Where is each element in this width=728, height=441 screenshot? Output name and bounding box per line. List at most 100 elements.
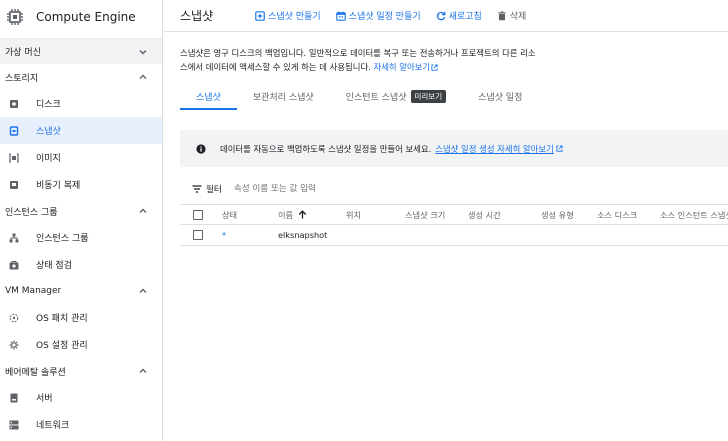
filter-label: 필터: [206, 185, 222, 195]
column-creation-type[interactable]: 생성 유형: [541, 209, 597, 221]
sidebar-item-label: 디스크: [36, 100, 61, 110]
section-vm-label: 가상 머신: [5, 48, 41, 58]
sidebar-item-health-checks[interactable]: 상태 점검: [0, 251, 162, 278]
image-icon: [9, 152, 19, 163]
sidebar-item-label: 네트워크: [36, 421, 70, 431]
section-vm-manager[interactable]: VM Manager: [0, 278, 162, 304]
sidebar-item-os-patch[interactable]: OS 패치 관리: [0, 304, 162, 331]
section-bare-metal[interactable]: 베어메탈 솔루션: [0, 358, 162, 384]
section-storage-label: 스토리지: [5, 73, 39, 84]
sidebar-item-os-config[interactable]: OS 설정 관리: [0, 331, 162, 358]
compute-engine-app: Compute Engine 가상 머신 스토리지 디스크 스냅샷 이미지 비동…: [0, 0, 728, 441]
column-snapshot-size[interactable]: 스냅샷 크기: [405, 209, 468, 221]
sidebar-item-label: 이미지: [36, 154, 61, 164]
banner-text: 데이터를 자동으로 백업하도록 스냅샷 일정을 만들어 보세요.: [220, 143, 432, 154]
trash-icon: [497, 11, 506, 20]
table-row[interactable]: * elksnapshot: [180, 225, 728, 246]
create-schedule-label: 스냅샷 일정 만들기: [348, 12, 421, 22]
sort-ascending-icon: [298, 210, 307, 219]
main-content: 스냅샷 스냅샷 만들기 스냅샷 일정 만들기 새로고침 삭제 스냅샷은 영구 디…: [164, 0, 728, 441]
calendar-icon: [335, 11, 346, 21]
os-patch-icon: [9, 313, 19, 322]
os-config-icon: [9, 340, 19, 349]
create-snapshot-label: 스냅샷 만들기: [268, 12, 321, 22]
section-instance-groups-label: 인스턴스 그룹: [5, 207, 58, 218]
compute-engine-chip-icon: [7, 9, 23, 25]
page-title: 스냅샷: [180, 9, 214, 23]
delete-label: 삭제: [509, 12, 527, 22]
section-bare-metal-label: 베어메탈 솔루션: [5, 367, 66, 378]
section-vm[interactable]: 가상 머신: [0, 38, 162, 64]
snapshot-tabs: 스냅샷 보관처리 스냅샷 인스턴트 스냅샷 미리보기 스냅샷 일정: [180, 86, 538, 110]
column-source-instant-snapshot[interactable]: 소스 인스턴트 스냅샷: [660, 209, 728, 221]
sidebar-item-images[interactable]: 이미지: [0, 144, 162, 171]
product-title: Compute Engine: [36, 10, 136, 24]
column-creation-time[interactable]: 생성 시간: [468, 209, 541, 221]
preview-badge: 미리보기: [410, 90, 447, 103]
tab-label: 인스턴트 스냅샷: [345, 93, 407, 103]
sidebar-item-servers[interactable]: 서버: [0, 384, 162, 411]
tab-label: 스냅샷 일정: [478, 93, 523, 103]
instance-group-icon: [9, 233, 19, 242]
info-icon: [196, 143, 206, 154]
snapshots-table: 상태 이름 위치 스냅샷 크기 생성 시간 생성 유형 소스 디스크 소스 인스…: [180, 204, 728, 246]
row-name[interactable]: elksnapshot: [278, 230, 346, 240]
create-snapshot-schedule-button[interactable]: 스냅샷 일정 만들기: [335, 9, 421, 22]
sidebar-item-snapshots[interactable]: 스냅샷: [0, 117, 162, 144]
chevron-up-icon: [139, 208, 147, 213]
sidebar: Compute Engine 가상 머신 스토리지 디스크 스냅샷 이미지 비동…: [0, 0, 163, 441]
tab-label: 스냅샷: [196, 93, 221, 103]
tab-snapshot-schedules[interactable]: 스냅샷 일정: [462, 86, 538, 110]
section-vm-manager-label: VM Manager: [5, 286, 62, 296]
chevron-up-icon: [139, 74, 147, 79]
tab-snapshots[interactable]: 스냅샷: [180, 86, 237, 110]
refresh-icon: [436, 11, 446, 20]
async-replication-icon: [10, 180, 18, 189]
tab-instant-snapshots[interactable]: 인스턴트 스냅샷 미리보기: [330, 86, 462, 110]
schedule-info-banner: 데이터를 자동으로 백업하도록 스냅샷 일정을 만들어 보세요. 스냅샷 일정 …: [180, 130, 728, 167]
description-text: 스냅샷은 영구 디스크의 백업입니다. 일반적으로 데이터를 복구 또는 전송하…: [180, 48, 536, 72]
select-all-checkbox[interactable]: [193, 209, 203, 220]
health-check-icon: [9, 260, 19, 269]
add-box-icon: [255, 10, 265, 21]
snapshot-icon: [9, 125, 19, 136]
chevron-up-icon: [139, 288, 147, 293]
column-name[interactable]: 이름: [278, 209, 346, 221]
tab-archived-snapshots[interactable]: 보관처리 스냅샷: [237, 86, 330, 110]
sidebar-item-instance-groups[interactable]: 인스턴스 그룹: [0, 224, 162, 251]
sidebar-item-async-replication[interactable]: 비동기 복제: [0, 171, 162, 198]
action-toolbar: 스냅샷 스냅샷 만들기 스냅샷 일정 만들기 새로고침 삭제: [164, 0, 728, 32]
chevron-up-icon: [139, 368, 147, 373]
section-instance-groups[interactable]: 인스턴스 그룹: [0, 198, 162, 224]
row-checkbox[interactable]: [193, 230, 203, 240]
table-header: 상태 이름 위치 스냅샷 크기 생성 시간 생성 유형 소스 디스크 소스 인스…: [180, 204, 728, 225]
schedule-learn-more-link[interactable]: 스냅샷 일정 생성 자세히 알아보기: [435, 143, 554, 155]
external-link-icon: [431, 64, 438, 71]
external-link-icon: [556, 145, 563, 152]
column-name-label: 이름: [278, 209, 294, 220]
column-status[interactable]: 상태: [222, 209, 278, 221]
filter-icon: [192, 185, 202, 193]
page-description: 스냅샷은 영구 디스크의 백업입니다. 일반적으로 데이터를 복구 또는 전송하…: [180, 46, 540, 74]
create-snapshot-button[interactable]: 스냅샷 만들기: [255, 9, 321, 22]
refresh-button[interactable]: 새로고침: [436, 9, 482, 22]
sidebar-item-label: 상태 점검: [36, 261, 72, 271]
product-header: Compute Engine: [0, 0, 162, 34]
delete-button[interactable]: 삭제: [497, 9, 527, 22]
column-source-disk[interactable]: 소스 디스크: [597, 209, 660, 221]
chevron-down-icon: [139, 49, 147, 54]
row-status: *: [222, 230, 227, 240]
filter-input[interactable]: [233, 184, 394, 194]
tab-label: 보관처리 스냅샷: [252, 93, 314, 103]
sidebar-item-label: 서버: [36, 394, 53, 404]
learn-more-link[interactable]: 자세히 알아보기: [373, 62, 430, 72]
sidebar-item-label: 인스턴스 그룹: [36, 234, 89, 244]
section-storage[interactable]: 스토리지: [0, 64, 162, 90]
sidebar-item-label: 스냅샷: [36, 127, 61, 137]
column-location[interactable]: 위치: [346, 209, 405, 221]
sidebar-item-disks[interactable]: 디스크: [0, 90, 162, 117]
network-icon: [9, 420, 19, 429]
filter-bar: 필터: [192, 183, 394, 195]
sidebar-item-networks[interactable]: 네트워크: [0, 411, 162, 438]
disk-icon: [10, 99, 18, 108]
